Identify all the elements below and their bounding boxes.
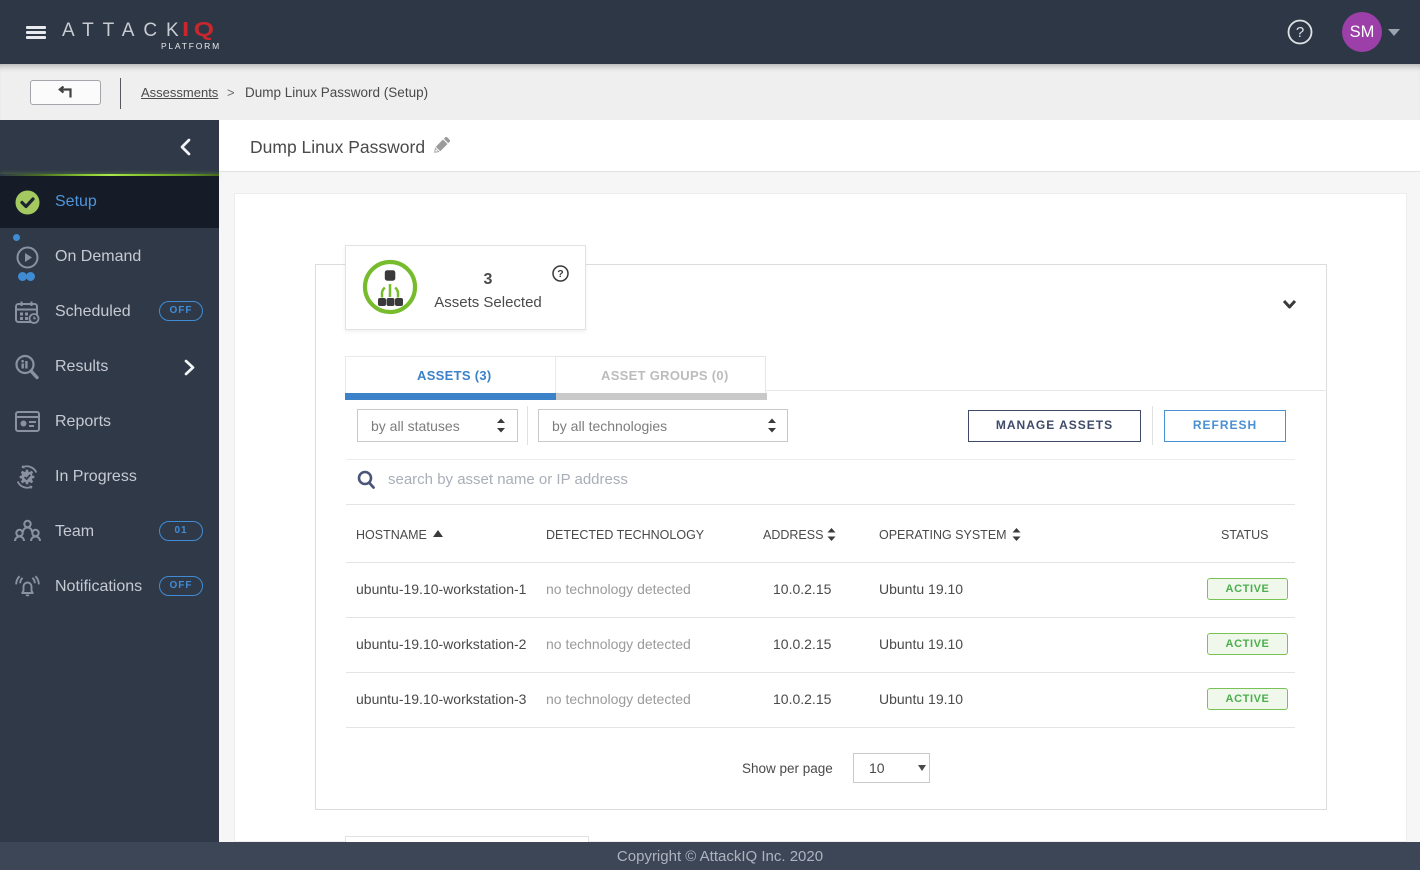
svg-text:?: ?	[1296, 24, 1304, 41]
svg-text:?: ?	[557, 268, 563, 280]
